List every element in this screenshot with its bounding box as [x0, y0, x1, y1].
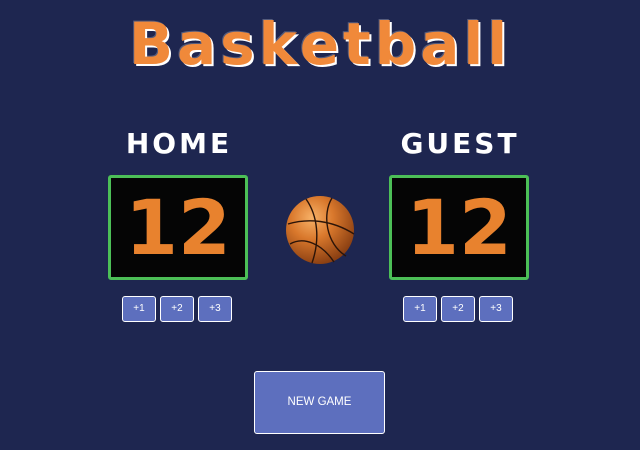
guest-score: 12 [406, 183, 512, 272]
home-score-display: 12 [108, 175, 248, 280]
guest-add-2-button[interactable]: +2 [441, 296, 475, 322]
app-title: Basketball [128, 10, 512, 78]
home-score-buttons: +1 +2 +3 [122, 296, 236, 322]
guest-score-display: 12 [389, 175, 529, 280]
home-label: HOME [125, 127, 233, 160]
home-panel: HOME 12 +1 +2 +3 [79, 126, 279, 322]
home-add-2-button[interactable]: +2 [160, 296, 194, 322]
home-add-3-button[interactable]: +3 [198, 296, 232, 322]
guest-panel: GUEST 12 +1 +2 +3 [360, 126, 560, 322]
home-add-1-button[interactable]: +1 [122, 296, 156, 322]
guest-add-1-button[interactable]: +1 [403, 296, 437, 322]
guest-score-buttons: +1 +2 +3 [403, 296, 517, 322]
basketball-icon [286, 196, 355, 264]
guest-add-3-button[interactable]: +3 [479, 296, 513, 322]
home-score: 12 [125, 183, 231, 272]
new-game-button[interactable]: NEW GAME [254, 371, 385, 434]
guest-label: GUEST [400, 127, 520, 160]
